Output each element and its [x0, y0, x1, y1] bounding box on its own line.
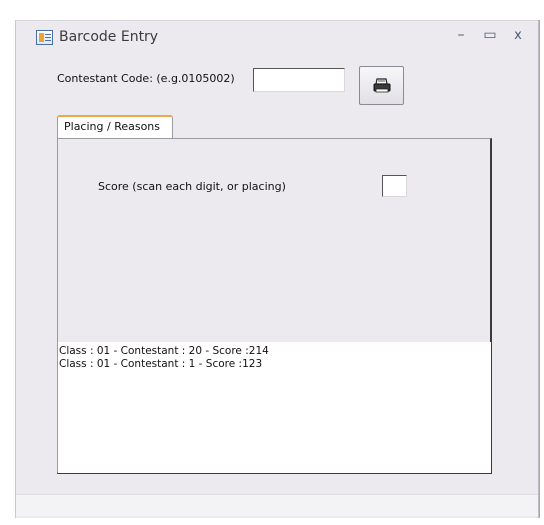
tab-label: Placing / Reasons [64, 120, 161, 133]
window-title: Barcode Entry [59, 29, 159, 45]
list-item[interactable]: Class : 01 - Contestant : 1 - Score :123 [59, 358, 491, 371]
window-right-border [538, 20, 539, 518]
score-input[interactable] [382, 175, 407, 197]
contestant-code-label: Contestant Code: (e.g.0105002) [57, 72, 235, 85]
close-button[interactable]: x [510, 28, 526, 43]
contestant-code-input[interactable] [253, 68, 345, 92]
tab-panel: Score (scan each digit, or placing) Clas… [57, 138, 492, 474]
tab-placing-reasons[interactable]: Placing / Reasons [57, 115, 173, 139]
results-list[interactable]: Class : 01 - Contestant : 20 - Score :21… [58, 342, 491, 473]
title-bar[interactable]: Barcode Entry – ▭ x [16, 20, 539, 64]
form-footer [16, 494, 539, 516]
barcode-entry-window: Barcode Entry – ▭ x Contestant Code: (e.… [15, 20, 540, 518]
minimize-button[interactable]: – [453, 27, 469, 43]
form-icon [36, 30, 53, 45]
list-item[interactable]: Class : 01 - Contestant : 20 - Score :21… [59, 345, 491, 358]
score-label: Score (scan each digit, or placing) [98, 180, 286, 193]
printer-icon [373, 78, 391, 93]
print-button[interactable] [359, 66, 404, 105]
maximize-button[interactable]: ▭ [482, 27, 498, 43]
desktop: Barcode Entry – ▭ x Contestant Code: (e.… [0, 0, 544, 525]
tab-selected-indicator [58, 115, 172, 117]
